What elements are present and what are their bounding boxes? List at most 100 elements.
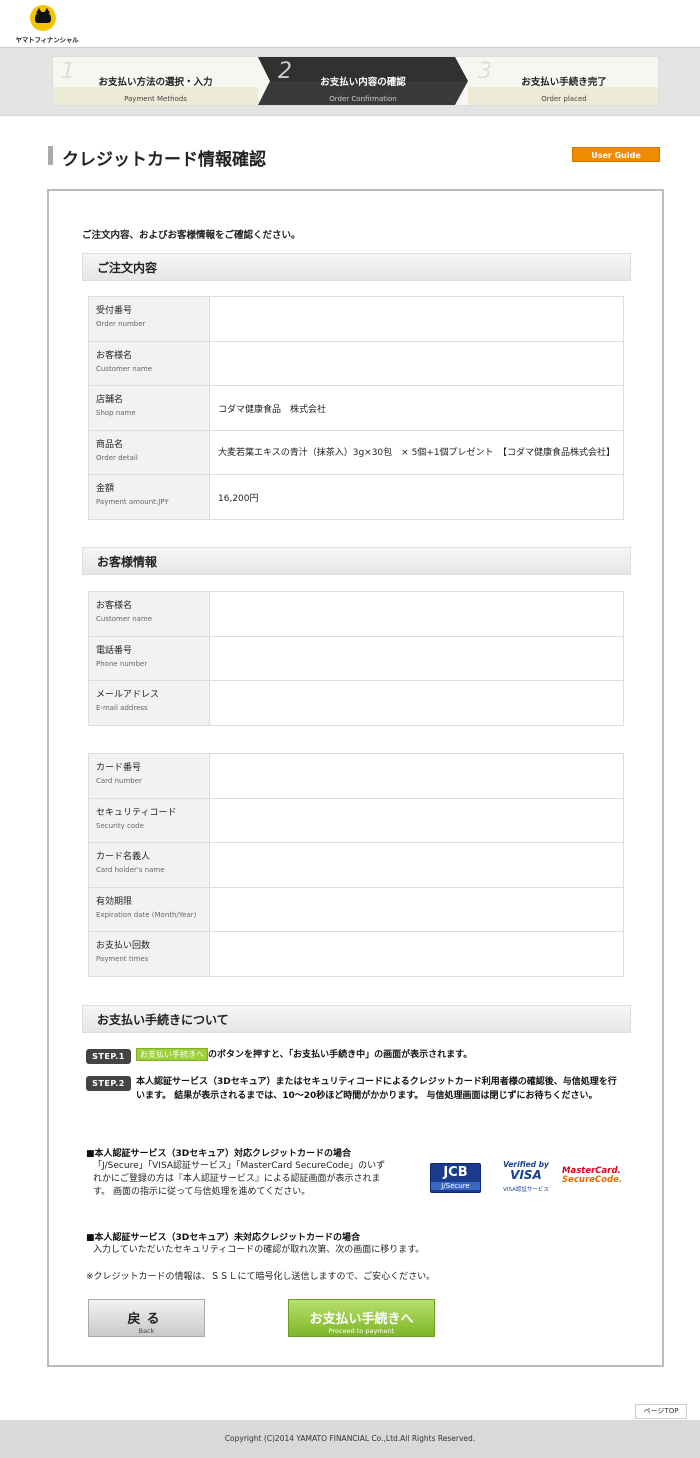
label-jp: お支払い回数 <box>96 941 151 951</box>
proceed-button-label: お支払い手続きへ <box>309 1312 414 1327</box>
step1-text-line: お支払い手続きへ のボタンを押すと、「お支払い手続き中」の画面が表示されます。 <box>136 1048 636 1062</box>
label-jp: 商品名 <box>96 440 124 450</box>
label-jp: 店舗名 <box>96 395 124 405</box>
customer-section-heading: お客様情報 <box>82 547 631 575</box>
page-top-link[interactable]: ページTOP <box>635 1404 687 1419</box>
card-table: カード番号 Card number セキュリティコード Security code … <box>88 753 624 977</box>
email-value <box>209 680 624 726</box>
step1-badge: STEP.1 <box>86 1049 131 1064</box>
jcb-jsecure-logo: JCB J/Secure <box>430 1163 481 1193</box>
note-non3dsecure-heading: ■本人認証サービス（3Dセキュア）未対応クレジットカードの場合 <box>86 1233 361 1243</box>
label-jp: カード番号 <box>96 763 142 773</box>
step-payment-methods: 1 お支払い方法の選択・入力 Payment Methods <box>53 57 258 105</box>
table-row: 店舗名 Shop name コダマ健康食品 株式会社 <box>88 385 624 431</box>
label-jp: お客様名 <box>96 351 133 361</box>
order-table: 受付番号 Order number お客様名 Customer name 店舗名 Sh… <box>88 296 624 520</box>
step-order-placed: 3 お支払い手続き完了 Order placed <box>468 57 658 105</box>
table-row: カード番号 Card number <box>88 753 624 799</box>
label-jp: 有効期限 <box>96 897 133 907</box>
step-subtitle: Payment Methods <box>124 95 187 103</box>
logo-text: ヤマトフィナンシャル <box>15 36 79 44</box>
order-detail-value: 大麦若葉エキスの青汁（抹茶入）3g×30包 × 5個+1個プレゼント 【コダマ健… <box>209 430 624 475</box>
shop-name-value: コダマ健康食品 株式会社 <box>209 385 624 431</box>
label-jp: 金額 <box>96 484 115 494</box>
label-en: Card holder's name <box>96 866 165 874</box>
step1-text: のボタンを押すと、「お支払い手続き中」の画面が表示されます。 <box>208 1050 473 1060</box>
step-subtitle: Order Confirmation <box>329 95 397 103</box>
inline-proceed-button-image: お支払い手続きへ <box>136 1048 208 1061</box>
back-button-sublabel: Back <box>138 1327 155 1335</box>
payment-amount-value: 16,200円 <box>209 474 624 520</box>
payment-times-value <box>209 931 624 977</box>
order-number-value <box>209 296 624 342</box>
label-en: Customer name <box>96 365 153 373</box>
table-row: 有効期限 Expiration date (Month/Year) <box>88 887 624 932</box>
jsecure-logo-text: J/Secure <box>431 1182 480 1190</box>
progress-band: 1 お支払い方法の選択・入力 Payment Methods 3 お支払い手続き… <box>0 48 700 116</box>
intro-text: ご注文内容、およびお客様情報をご確認ください。 <box>82 230 301 241</box>
step-subtitle: Order placed <box>541 95 587 103</box>
label-jp: メールアドレス <box>96 690 160 700</box>
table-row: お客様名 Customer name <box>88 341 624 386</box>
label-en: Phone number <box>96 660 148 668</box>
table-row: 受付番号 Order number <box>88 296 624 342</box>
table-row: メールアドレス E-mail address <box>88 680 624 726</box>
label-en: E-mail address <box>96 704 148 712</box>
back-button-label: 戻る <box>127 1312 166 1327</box>
brand-logo[interactable]: ヤマトフィナンシャル <box>14 4 80 44</box>
step-title: お支払い方法の選択・入力 <box>98 77 213 88</box>
procedure-section-heading: お支払い手続きについて <box>82 1005 631 1033</box>
step-title: お支払い内容の確認 <box>320 77 406 88</box>
table-row: お支払い回数 Payment times <box>88 931 624 977</box>
mastercard-securecode-logo: MasterCard. SecureCode. <box>562 1166 623 1185</box>
customer-name-value <box>209 591 624 637</box>
label-jp: 電話番号 <box>96 646 133 656</box>
ssl-note: ※クレジットカードの情報は、ＳＳＬにて暗号化し送信しますので、ご安心ください。 <box>86 1272 436 1282</box>
table-row: カード名義人 Card holder's name <box>88 842 624 888</box>
label-en: Card number <box>96 777 142 785</box>
label-en: Order detail <box>96 454 138 462</box>
label-jp: カード名義人 <box>96 852 151 862</box>
card-number-value <box>209 753 624 799</box>
label-en: Expiration date (Month/Year) <box>96 911 197 919</box>
expiration-value <box>209 887 624 932</box>
table-row: セキュリティコード Security code <box>88 798 624 843</box>
step2-text: 本人認証サービス（3Dセキュア）またはセキュリティコードによるクレジットカード利… <box>136 1077 617 1101</box>
proceed-button-sublabel: Proceed to payment <box>328 1327 395 1335</box>
note-3dsecure-text: 「J/Secure」「VISA認証サービス」「MasterCard Secure… <box>93 1161 386 1197</box>
proceed-to-payment-button[interactable]: お支払い手続きへ Proceed to payment <box>288 1299 435 1337</box>
page-header: ヤマトフィナンシャル <box>0 0 700 48</box>
customer-name-value <box>209 341 624 386</box>
step-title: お支払い手続き完了 <box>521 77 607 88</box>
label-en: Order number <box>96 320 146 328</box>
step2-badge: STEP.2 <box>86 1076 131 1091</box>
table-row: 商品名 Order detail 大麦若葉エキスの青汁（抹茶入）3g×30包 × … <box>88 430 624 475</box>
jcb-logo-text: JCB <box>443 1165 468 1180</box>
verified-by-visa-logo: Verified by VISA VISA認証サービス <box>503 1160 549 1193</box>
label-jp: セキュリティコード <box>96 808 177 818</box>
label-en: Customer name <box>96 615 153 623</box>
customer-table: お客様名 Customer name 電話番号 Phone number メールアド… <box>88 591 624 726</box>
progress-steps: 1 お支払い方法の選択・入力 Payment Methods 3 お支払い手続き… <box>52 56 659 106</box>
label-en: Payment times <box>96 955 149 963</box>
footer-copyright: Copyright (C)2014 YAMATO FINANCIAL Co.,L… <box>0 1420 700 1458</box>
note-3dsecure-heading: ■本人認証サービス（3Dセキュア）対応クレジットカードの場合 <box>86 1149 352 1159</box>
page-title: クレジットカード情報確認 <box>62 150 266 170</box>
security-code-value <box>209 798 624 843</box>
step-order-confirmation-active: 2 お支払い内容の確認 Order Confirmation <box>258 57 468 105</box>
phone-number-value <box>209 636 624 681</box>
label-jp: お客様名 <box>96 601 133 611</box>
back-button[interactable]: 戻る Back <box>88 1299 205 1337</box>
label-en: Payment amount:JPY <box>96 498 169 506</box>
order-section-heading: ご注文内容 <box>82 253 631 281</box>
label-en: Shop name <box>96 409 136 417</box>
label-en: Security code <box>96 822 144 830</box>
table-row: 金額 Payment amount:JPY 16,200円 <box>88 474 624 520</box>
title-accent-bar <box>48 146 53 165</box>
user-guide-english-button[interactable]: User Guide (English) <box>572 147 660 175</box>
note-non3dsecure-text: 入力していただいたセキュリティコードの確認が取れ次第、次の画面に移ります。 <box>93 1245 425 1255</box>
table-row: 電話番号 Phone number <box>88 636 624 681</box>
card-holder-value <box>209 842 624 888</box>
label-jp: 受付番号 <box>96 306 133 316</box>
table-row: お客様名 Customer name <box>88 591 624 637</box>
